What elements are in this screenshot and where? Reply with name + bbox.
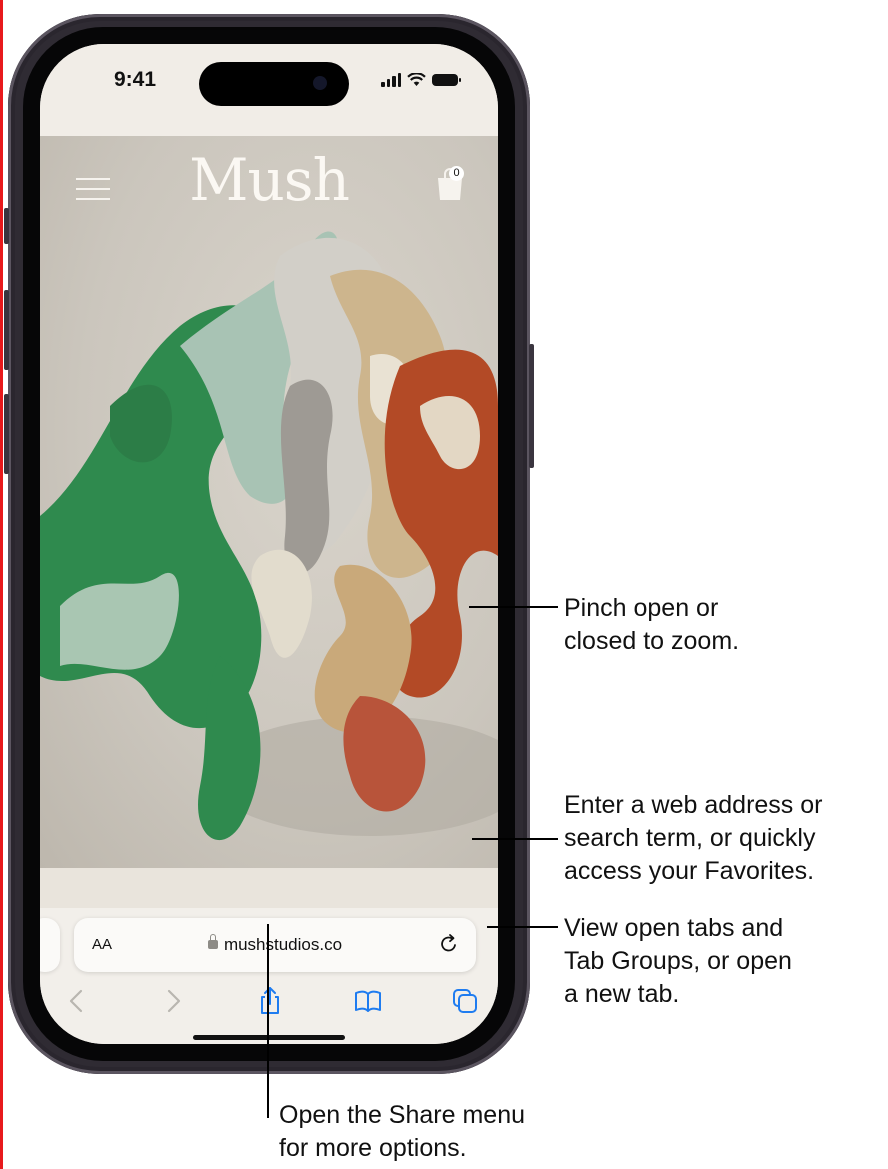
safari-toolbar: AA mushstudios.co — [40, 908, 498, 1044]
tabs-callout-line — [487, 926, 558, 928]
site-logo[interactable]: Mush — [40, 146, 498, 214]
url-text: mushstudios.co — [223, 935, 343, 954]
share-icon[interactable] — [255, 986, 285, 1016]
status-icons — [381, 73, 461, 87]
sculpture-image — [40, 231, 498, 841]
address-callout-line — [472, 838, 558, 840]
screen: 9:41 Mush 0 AA mushstudios.co — [40, 44, 498, 1044]
bezel: 9:41 Mush 0 AA mushstudios.co — [23, 27, 515, 1061]
tabs-callout-line-1: View open tabs and — [564, 914, 784, 942]
lock-icon — [207, 934, 218, 949]
battery-icon — [432, 74, 461, 86]
cart-count-badge: 0 — [449, 166, 464, 181]
cellular-signal-icon — [381, 73, 401, 87]
front-camera — [313, 76, 327, 90]
zoom-callout-line — [469, 606, 558, 608]
share-callout: Open the Share menu for more options. — [279, 1099, 525, 1165]
page-edge-line — [0, 0, 3, 1169]
tabs-callout-line-3: a new tab. — [564, 980, 680, 1008]
share-callout-line-1: Open the Share menu — [279, 1101, 525, 1129]
forward-icon[interactable] — [158, 986, 188, 1016]
tabs-callout: View open tabs and Tab Groups, or open a… — [564, 912, 792, 1011]
status-bar: 9:41 — [40, 44, 498, 136]
navigation-row — [40, 980, 498, 1024]
volume-up-button — [4, 290, 9, 370]
address-callout-line-1: Enter a web address or — [564, 791, 823, 819]
address-callout: Enter a web address or search term, or q… — [564, 789, 822, 888]
url-field[interactable]: mushstudios.co — [74, 934, 476, 955]
address-bar[interactable]: AA mushstudios.co — [74, 918, 476, 972]
zoom-callout-line-2: closed to zoom. — [564, 627, 740, 655]
share-callout-line-2: for more options. — [279, 1134, 467, 1162]
dynamic-island — [199, 62, 349, 106]
share-callout-line — [267, 924, 269, 1118]
zoom-callout-line-1: Pinch open or — [564, 594, 719, 622]
volume-down-button — [4, 394, 9, 474]
iphone-frame: 9:41 Mush 0 AA mushstudios.co — [4, 14, 534, 1074]
status-time: 9:41 — [114, 68, 157, 91]
address-callout-line-2: search term, or quickly — [564, 824, 816, 852]
bookmarks-icon[interactable] — [353, 986, 383, 1016]
wifi-icon — [407, 73, 426, 86]
address-callout-line-3: access your Favorites. — [564, 857, 815, 885]
home-indicator[interactable] — [193, 1035, 345, 1040]
web-page-hero[interactable]: Mush 0 — [40, 136, 498, 868]
back-icon[interactable] — [62, 986, 92, 1016]
tabs-callout-line-2: Tab Groups, or open — [564, 947, 792, 975]
page-bottom-strip — [40, 868, 498, 908]
tabs-icon[interactable] — [450, 986, 480, 1016]
side-button — [529, 344, 534, 468]
previous-tab-peek[interactable] — [40, 918, 60, 972]
reload-icon[interactable] — [438, 933, 460, 955]
zoom-callout: Pinch open or closed to zoom. — [564, 592, 739, 658]
action-button — [4, 208, 9, 244]
